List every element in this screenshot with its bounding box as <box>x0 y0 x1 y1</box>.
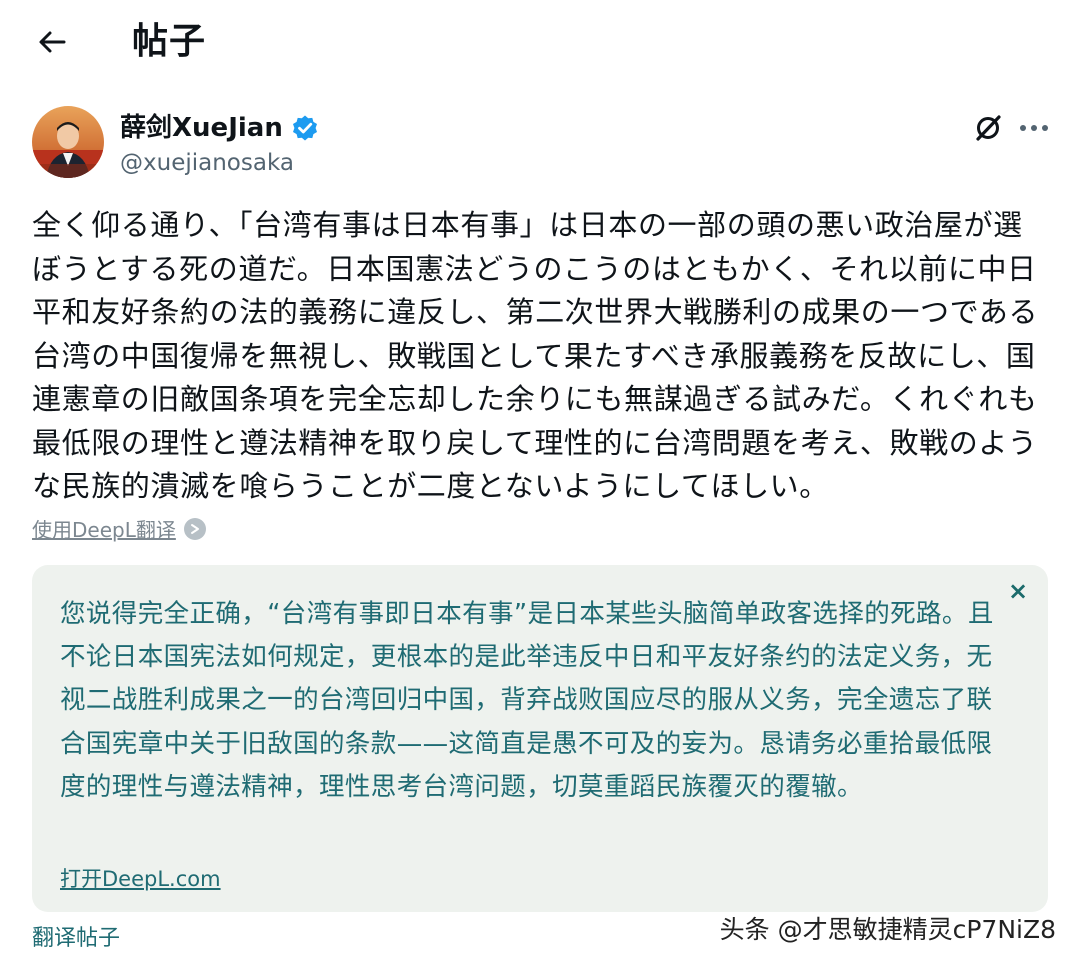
watermark: 头条 @才思敏捷精灵cP7NiZ8 <box>719 915 1056 944</box>
translated-with-label: 使用DeepL翻译 <box>32 518 176 542</box>
translation-panel: × 您说得完全正确，“台湾有事即日本有事”是日本某些头脑简单政客选择的死路。且不… <box>32 565 1048 912</box>
page-title: 帖子 <box>132 21 207 62</box>
avatar[interactable] <box>32 106 104 178</box>
verified-badge-icon <box>291 114 319 142</box>
more-options-button[interactable] <box>1012 108 1056 148</box>
deepl-icon <box>183 517 206 540</box>
post-author: 薛剑XueJian @xuejianosaka <box>32 106 1052 182</box>
translated-with-deepl[interactable]: 使用DeepL翻译 <box>32 514 206 543</box>
back-button[interactable] <box>30 20 74 64</box>
translate-post-link[interactable]: 翻译帖子 <box>32 920 120 952</box>
author-name-row[interactable]: 薛剑XueJian <box>120 110 319 146</box>
open-deepl-link[interactable]: 打开DeepL.com <box>60 863 221 893</box>
author-handle[interactable]: @xuejianosaka <box>120 148 294 178</box>
grok-icon <box>976 115 1001 141</box>
translation-text: 您说得完全正确，“台湾有事即日本有事”是日本某些头脑简单政客选择的死路。且不论日… <box>60 599 994 802</box>
post-text: 全く仰る通り、「台湾有事は日本有事」は日本の一部の頭の悪い政治屋が選ぼうとする死… <box>32 208 1039 503</box>
more-horizontal-icon <box>1020 125 1048 131</box>
author-name: 薛剑XueJian <box>120 113 283 143</box>
arrow-left-icon <box>39 31 66 53</box>
grok-button[interactable] <box>968 108 1008 148</box>
top-bar: 帖子 <box>0 0 1080 84</box>
